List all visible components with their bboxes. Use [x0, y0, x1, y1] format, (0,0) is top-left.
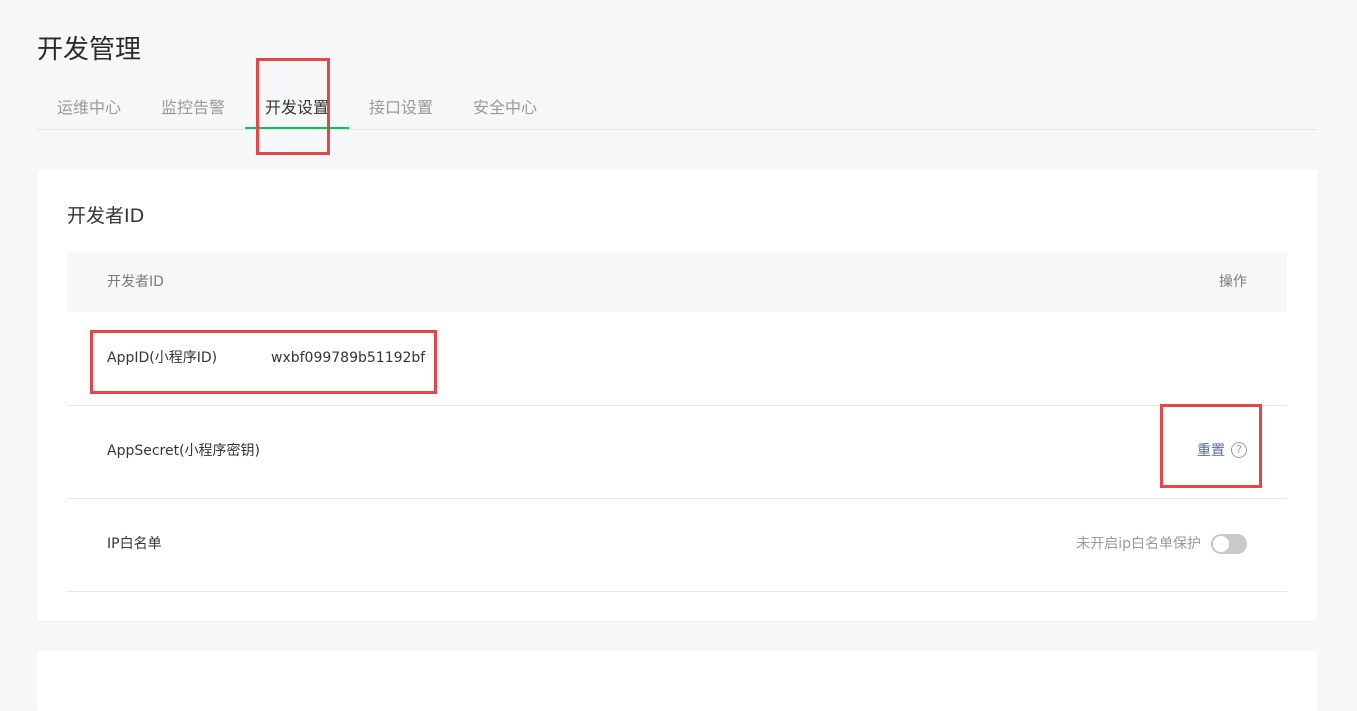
help-icon[interactable]: ? [1231, 442, 1247, 458]
table-row-appid: AppID(小程序ID) wxbf099789b51192bf [67, 312, 1287, 406]
tab-bar: 运维中心 监控告警 开发设置 接口设置 安全中心 [37, 88, 1317, 130]
tab-dev-settings[interactable]: 开发设置 [245, 88, 349, 129]
appid-label: AppID(小程序ID) [107, 350, 218, 366]
reset-secret-link[interactable]: 重置 [1197, 405, 1225, 497]
appsecret-label: AppSecret(小程序密钥) [107, 443, 261, 459]
ip-whitelist-toggle[interactable] [1211, 534, 1247, 554]
header-developer-id: 开发者ID [107, 274, 164, 290]
table-row-ip-whitelist: IP白名单 未开启ip白名单保护 [67, 498, 1287, 592]
appid-value: wxbf099789b51192bf [271, 350, 426, 366]
ip-whitelist-label: IP白名单 [107, 536, 162, 552]
tab-api-settings[interactable]: 接口设置 [349, 88, 453, 129]
toggle-knob [1213, 536, 1229, 552]
tab-monitoring-alerts[interactable]: 监控告警 [141, 88, 245, 129]
developer-id-card: 开发者ID 开发者ID 操作 AppID(小程序ID) wxbf099789b5… [37, 170, 1317, 621]
tab-security-center[interactable]: 安全中心 [453, 88, 557, 129]
tab-ops-center[interactable]: 运维中心 [37, 88, 141, 129]
table-header: 开发者ID 操作 [67, 252, 1287, 312]
section-title: 开发者ID [67, 205, 145, 227]
table-row-appsecret: AppSecret(小程序密钥) 重置 ? [67, 405, 1287, 499]
header-actions: 操作 [1219, 274, 1247, 290]
page-title: 开发管理 [37, 35, 142, 65]
next-section-card [37, 651, 1317, 711]
ip-whitelist-status: 未开启ip白名单保护 [1076, 536, 1201, 552]
